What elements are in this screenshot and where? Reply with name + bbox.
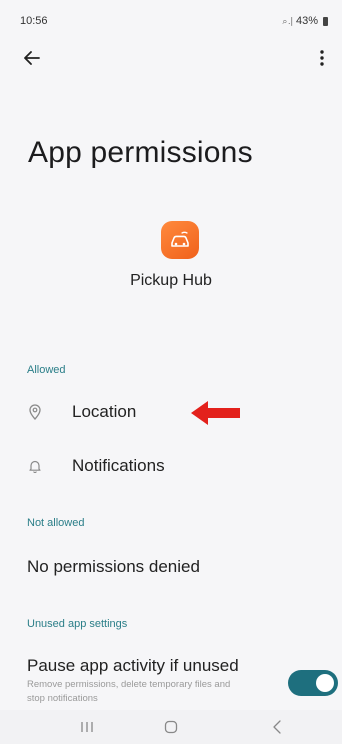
back-button[interactable] — [18, 44, 46, 72]
red-arrow-icon — [190, 400, 242, 431]
no-permissions-denied-text: No permissions denied — [27, 557, 200, 576]
location-pin-icon — [29, 404, 41, 420]
bell-icon — [29, 460, 41, 473]
section-header-allowed: Allowed — [27, 364, 66, 376]
permission-item-notifications[interactable]: Notifications — [20, 446, 320, 486]
pause-app-activity-subtitle: Remove permissions, delete temporary fil… — [27, 679, 231, 704]
signal-icon: ⌕ .∣ — [282, 15, 294, 26]
toolbar — [0, 40, 342, 76]
app-icon — [161, 221, 199, 259]
pause-app-activity-row[interactable]: Pause app activity if unused Remove perm… — [27, 656, 317, 706]
car-icon — [171, 231, 189, 247]
status-indicators: ⌕ .∣ 43% — [282, 15, 328, 27]
permission-label-notifications: Notifications — [72, 456, 165, 475]
more-vert-icon — [320, 50, 324, 66]
nav-back-icon — [273, 720, 281, 734]
pause-app-activity-title: Pause app activity if unused — [27, 656, 239, 675]
arrow-left-icon — [24, 51, 40, 65]
permission-item-location[interactable]: Location — [20, 392, 320, 432]
battery-icon — [323, 16, 328, 26]
nav-back-button[interactable] — [262, 716, 292, 738]
toggle-knob — [316, 674, 334, 692]
section-header-unused: Unused app settings — [27, 618, 128, 630]
status-time: 10:56 — [20, 15, 48, 27]
navigation-bar — [0, 710, 342, 744]
section-header-not-allowed: Not allowed — [27, 517, 85, 529]
permission-label-location: Location — [72, 402, 137, 421]
page-title: App permissions — [28, 136, 253, 169]
recent-apps-icon — [81, 722, 93, 732]
recent-apps-button[interactable] — [72, 716, 102, 738]
battery-level: 43% — [295, 15, 318, 27]
home-icon — [164, 720, 178, 734]
status-bar: 10:56 ⌕ .∣ 43% — [0, 0, 342, 36]
pause-app-activity-toggle[interactable] — [288, 670, 338, 696]
home-button[interactable] — [156, 716, 186, 738]
app-name: Pickup Hub — [130, 272, 212, 289]
more-options-button[interactable] — [308, 44, 336, 72]
